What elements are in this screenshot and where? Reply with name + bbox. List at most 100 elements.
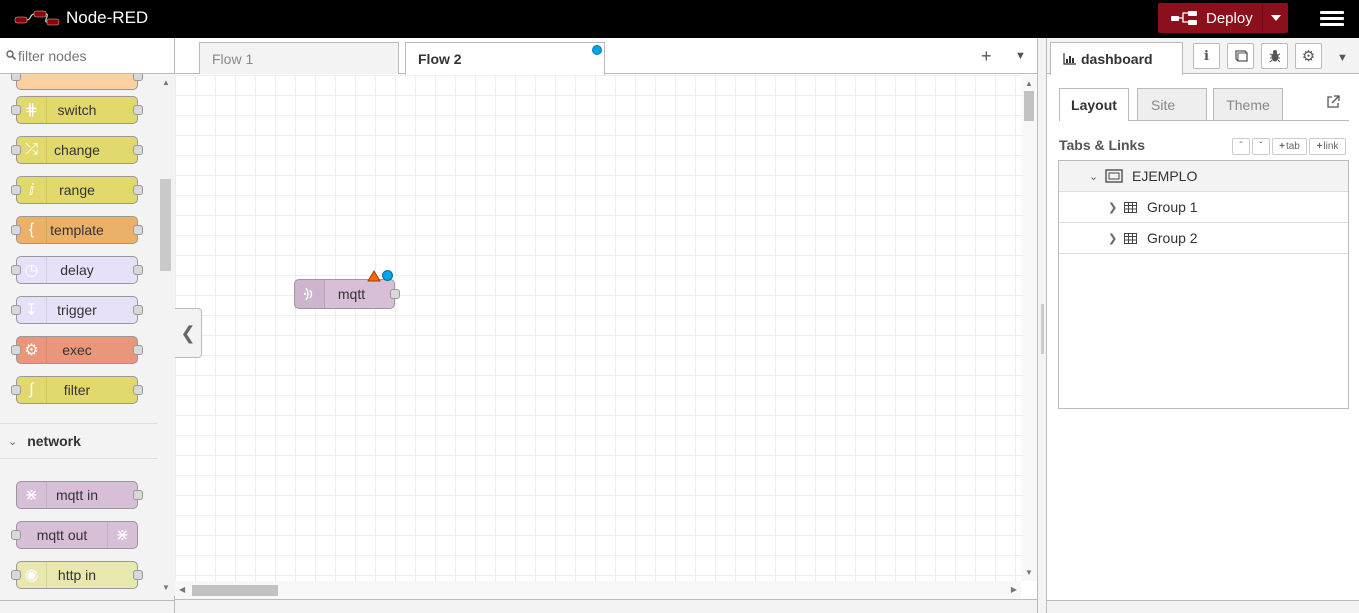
canvas-hscroll-thumb[interactable] [192, 585, 278, 596]
filter-icon: ∫ [17, 377, 47, 403]
table-icon [1124, 201, 1137, 213]
palette-node-label: mqtt in [55, 487, 98, 503]
sidebar-tab-info[interactable]: i [1193, 43, 1220, 69]
range-icon: ⅈ [17, 177, 47, 203]
output-port [133, 385, 143, 395]
palette-node-mqtt-out[interactable]: ⋇ mqtt out [11, 521, 138, 549]
palette-node-label: range [59, 182, 95, 198]
delay-icon: ◷ [17, 257, 47, 283]
flow-canvas[interactable] [175, 75, 1021, 581]
scroll-right-icon[interactable]: ▶ [1011, 585, 1017, 594]
flow-list-menu-button[interactable]: ▼ [1015, 50, 1026, 62]
tree-group-row[interactable]: ❯ Group 2 [1059, 223, 1348, 254]
sidebar-separator[interactable] [1037, 38, 1047, 613]
gear-icon: ⚙ [1301, 48, 1316, 65]
tree-tab-row[interactable]: ⌄ EJEMPLO [1059, 161, 1348, 192]
palette-node-filter[interactable]: ∫ filter [11, 376, 143, 404]
tab-site[interactable]: Site [1137, 88, 1207, 120]
canvas-vertical-scrollbar[interactable]: ▲ ▼ [1021, 75, 1037, 581]
chevron-right-icon[interactable]: ❯ [1108, 201, 1117, 214]
node-red-logo-icon [14, 10, 60, 26]
scroll-down-icon[interactable]: ▼ [1025, 568, 1033, 577]
output-port [133, 345, 143, 355]
canvas-horizontal-scrollbar[interactable]: ◀ ▶ [175, 581, 1021, 599]
palette-node-http-in[interactable]: ◉ http in [11, 561, 143, 589]
category-network-header[interactable]: ⌄ network [0, 423, 157, 459]
tree-group-label: Group 2 [1147, 230, 1198, 246]
flow-node-label: mqtt [337, 286, 366, 302]
sidebar-footer [1047, 600, 1359, 613]
collapse-all-button[interactable]: ˆ [1232, 138, 1250, 155]
hamburger-icon-bar [1320, 11, 1344, 14]
flow-node-mqtt[interactable]: mqtt [294, 279, 400, 309]
mqtt-icon: ⋇ [107, 522, 137, 548]
dashboard-subtabs: Layout Site Theme [1059, 88, 1349, 121]
tab-label: Flow 2 [418, 51, 462, 67]
canvas-vscroll-thumb[interactable] [1024, 91, 1034, 121]
palette-node-template[interactable]: {template [11, 216, 143, 244]
sidebar-tabs-menu-icon[interactable]: ▼ [1337, 52, 1348, 64]
palette-node-exec[interactable]: ⚙ exec [11, 336, 143, 364]
tab-layout[interactable]: Layout [1059, 88, 1129, 121]
deploy-label: Deploy [1206, 9, 1253, 27]
palette-node-mqtt-in[interactable]: ⋇ mqtt in [16, 481, 143, 509]
palette-node-delay[interactable]: ◷ delay [11, 256, 143, 284]
palette-node-range[interactable]: ⅈ range [11, 176, 143, 204]
input-port [11, 345, 21, 355]
filter-nodes-input[interactable] [18, 46, 168, 66]
tab-flow-1[interactable]: Flow 1 [199, 42, 399, 74]
input-port [11, 385, 21, 395]
subtab-label: Theme [1226, 96, 1270, 113]
scroll-down-icon[interactable]: ▼ [162, 583, 170, 592]
palette-scrollbar[interactable]: ▲ ▼ [158, 74, 175, 596]
app-title: Node-RED [66, 8, 149, 27]
mqtt-icon: ⋇ [17, 482, 47, 508]
subtab-label: Site [1151, 96, 1176, 113]
tab-theme[interactable]: Theme [1213, 88, 1283, 120]
scroll-up-icon[interactable]: ▲ [162, 78, 170, 87]
input-port [11, 145, 21, 155]
tree-group-label: Group 1 [1147, 199, 1198, 215]
output-port [133, 145, 143, 155]
palette-node-label: exec [62, 342, 92, 358]
palette-node-trigger[interactable]: ↧ trigger [11, 296, 143, 324]
tree-group-row[interactable]: ❯ Group 1 [1059, 192, 1348, 223]
sidebar-tab-debug[interactable] [1261, 43, 1288, 69]
palette-collapse-button[interactable]: ❮ [175, 308, 202, 358]
chevron-right-icon[interactable]: ❯ [1108, 232, 1117, 245]
palette-node-change[interactable]: ⤮ change [11, 136, 143, 164]
palette-footer [0, 600, 174, 613]
input-port [11, 185, 21, 195]
palette-scroll-thumb[interactable] [160, 179, 171, 271]
add-tab-button[interactable]: + tab [1272, 138, 1307, 155]
add-flow-button[interactable]: + [981, 46, 992, 67]
add-link-button[interactable]: + link [1309, 138, 1346, 155]
scroll-left-icon[interactable]: ◀ [179, 585, 185, 594]
external-link-icon[interactable] [1326, 95, 1340, 109]
palette-node-switch[interactable]: ⋕ switch [11, 96, 143, 124]
subtab-label: Layout [1071, 97, 1117, 113]
tree-tab-label: EJEMPLO [1132, 168, 1198, 184]
chevrons-up-icon: ˆ [1239, 141, 1243, 152]
chevron-down-icon[interactable]: ⌄ [1089, 170, 1098, 183]
deploy-button[interactable]: Deploy [1158, 3, 1288, 33]
separator-grip-icon [1041, 304, 1044, 354]
sidebar-tab-help[interactable] [1227, 43, 1254, 69]
output-port [133, 570, 143, 580]
deploy-options-button[interactable] [1262, 3, 1288, 33]
main-menu-button[interactable] [1318, 8, 1346, 30]
output-port[interactable] [390, 289, 400, 299]
scroll-up-icon[interactable]: ▲ [1025, 79, 1033, 88]
deploy-main-button[interactable]: Deploy [1158, 3, 1262, 33]
sidebar-tab-dashboard[interactable]: dashboard [1050, 42, 1183, 75]
palette-node-label: trigger [57, 302, 97, 318]
header-bar: Node-RED Deploy [0, 0, 1359, 38]
output-port [133, 490, 143, 500]
palette-node-partial[interactable] [11, 74, 143, 90]
expand-all-button[interactable]: ˇ [1252, 138, 1270, 155]
layout-tree: ⌄ EJEMPLO ❯ Group 1 ❯ Group 2 [1058, 160, 1349, 409]
tab-flow-2[interactable]: Flow 2 [405, 42, 605, 75]
table-icon [1124, 232, 1137, 244]
sidebar-tab-config[interactable]: ⚙ [1295, 43, 1322, 69]
output-port [133, 305, 143, 315]
